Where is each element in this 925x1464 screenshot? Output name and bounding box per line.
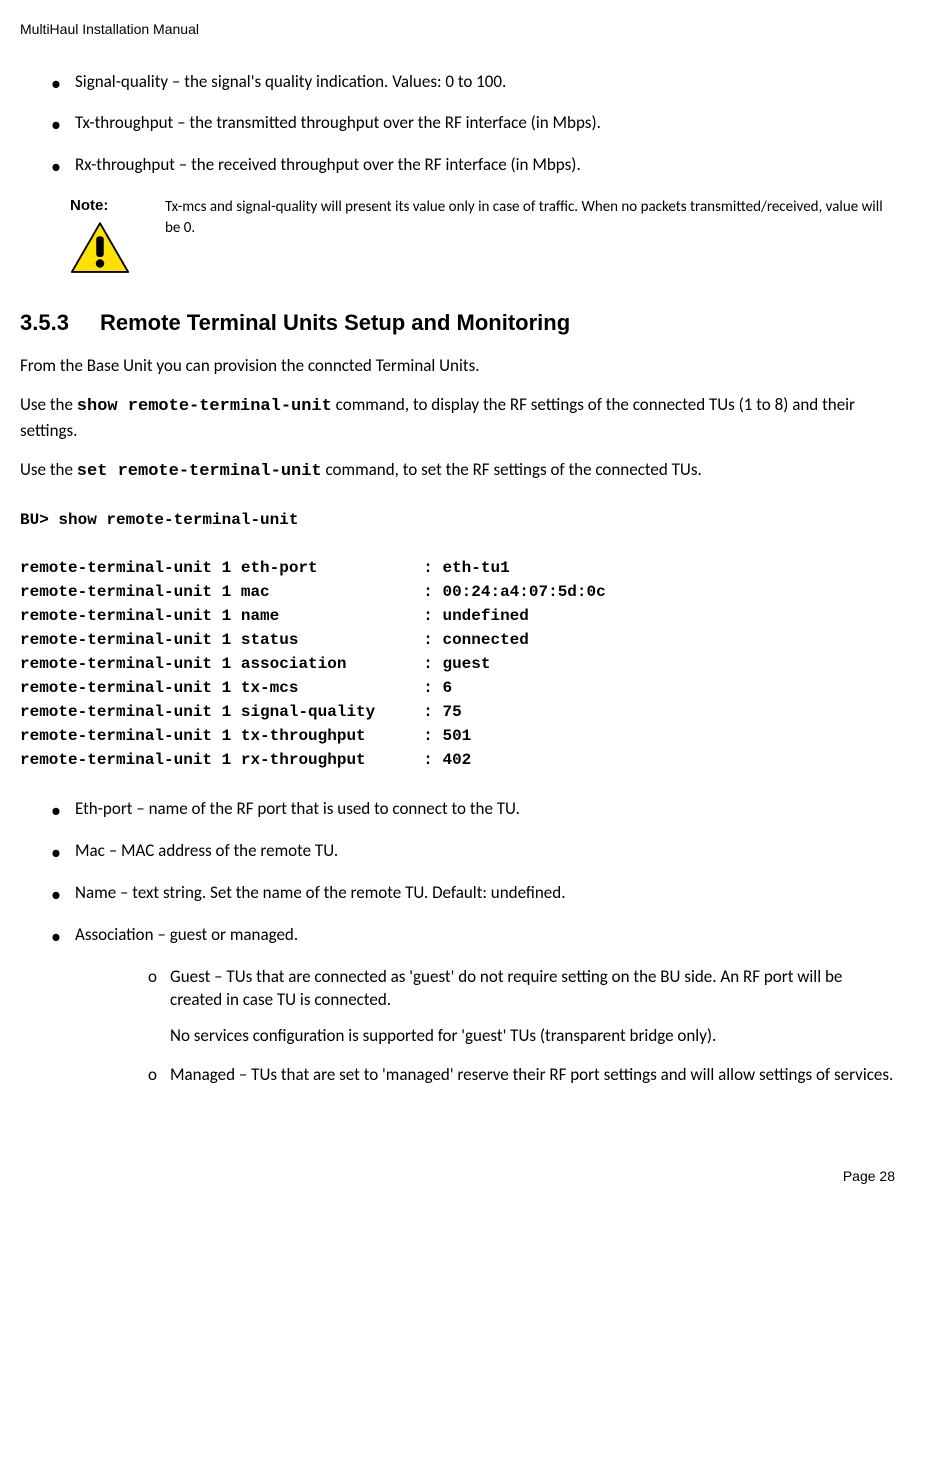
section-title: Remote Terminal Units Setup and Monitori… [100, 310, 570, 335]
sub-text-extra: No services configuration is supported f… [170, 1024, 895, 1048]
section-number: 3.5.3 [20, 308, 100, 339]
note-text: Tx-mcs and signal-quality will present i… [165, 195, 895, 239]
paragraph: Use the set remote-terminal-unit command… [20, 458, 895, 484]
warning-icon [70, 221, 130, 276]
sub-item-guest: o Guest – TUs that are connected as 'gue… [170, 965, 895, 1048]
list-item: Rx-throughput – the received throughput … [75, 153, 895, 177]
note-block: Note: Tx-mcs and signal-quality will pre… [70, 195, 895, 283]
text-span: Use the [20, 459, 77, 480]
paragraph: From the Base Unit you can provision the… [20, 354, 895, 378]
sub-list: o Guest – TUs that are connected as 'gue… [20, 965, 895, 1087]
list-item: Tx-throughput – the transmitted throughp… [75, 111, 895, 135]
inline-code: set remote-terminal-unit [77, 462, 322, 481]
text-span: Use the [20, 394, 77, 415]
sub-text: Guest – TUs that are connected as 'guest… [170, 966, 842, 1011]
sub-text: Managed – TUs that are set to 'managed' … [170, 1064, 893, 1085]
top-bullet-list: Signal-quality – the signal's quality in… [20, 70, 895, 177]
paragraph: Use the show remote-terminal-unit comman… [20, 393, 895, 443]
note-label: Note: [70, 195, 165, 216]
page-footer: Page 28 [20, 1167, 895, 1187]
list-item: Name – text string. Set the name of the … [75, 881, 895, 905]
section-heading: 3.5.3Remote Terminal Units Setup and Mon… [20, 308, 895, 339]
list-item: Mac – MAC address of the remote TU. [75, 839, 895, 863]
list-item: Signal-quality – the signal's quality in… [75, 70, 895, 94]
terminal-output: BU> show remote-terminal-unit remote-ter… [20, 508, 895, 772]
inline-code: show remote-terminal-unit [77, 397, 332, 416]
text-span: command, to set the RF settings of the c… [322, 459, 702, 480]
doc-header: MultiHaul Installation Manual [20, 20, 895, 40]
list-item: Association – guest or managed. [75, 923, 895, 947]
list-item: Eth-port – name of the RF port that is u… [75, 797, 895, 821]
bottom-bullet-list: Eth-port – name of the RF port that is u… [20, 797, 895, 946]
circle-marker: o [148, 965, 157, 989]
circle-marker: o [148, 1063, 157, 1087]
sub-item-managed: o Managed – TUs that are set to 'managed… [170, 1063, 895, 1087]
